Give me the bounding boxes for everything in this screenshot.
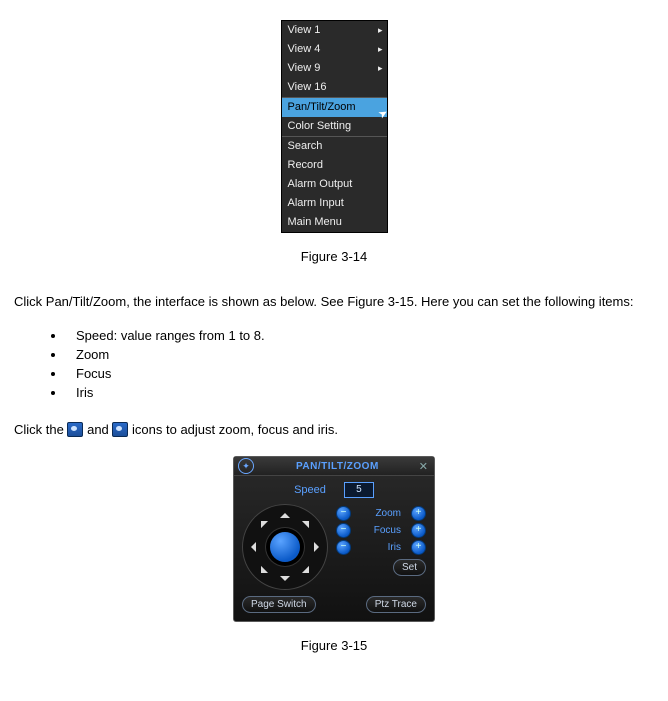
plus-icon [112, 422, 128, 437]
menu-label: View 9 [288, 62, 321, 74]
chevron-right-icon: ▸ [378, 24, 383, 37]
menu-label: Record [288, 159, 323, 171]
speed-label: Speed [294, 484, 326, 496]
menu-item-record[interactable]: Record [282, 156, 387, 175]
menu-label: Main Menu [288, 216, 342, 228]
paragraph-icons: Click the and icons to adjust zoom, focu… [14, 420, 654, 440]
direction-wheel[interactable] [242, 504, 328, 590]
speed-input[interactable]: 5 [344, 482, 374, 498]
menu-item-view1[interactable]: View 1 ▸ [282, 21, 387, 40]
menu-item-main-menu[interactable]: Main Menu [282, 213, 387, 232]
bullet-list: Speed: value ranges from 1 to 8. Zoom Fo… [66, 328, 654, 400]
menu-item-alarm-output[interactable]: Alarm Output [282, 175, 387, 194]
iris-label: Iris [361, 542, 401, 553]
arrow-up-icon[interactable] [280, 508, 290, 518]
arrow-upleft-icon[interactable] [254, 514, 268, 528]
list-item: Speed: value ranges from 1 to 8. [66, 328, 654, 343]
chevron-right-icon: ▸ [378, 62, 383, 75]
ptz-titlebar: ✦ PAN/TILT/ZOOM ✕ [234, 457, 434, 476]
paragraph: Click Pan/Tilt/Zoom, the interface is sh… [14, 292, 654, 312]
zoom-label: Zoom [361, 508, 401, 519]
text: icons to adjust zoom, focus and iris. [132, 422, 338, 437]
arrow-down-icon[interactable] [280, 576, 290, 586]
ptz-trace-button[interactable]: Ptz Trace [366, 596, 426, 613]
text: and [87, 422, 112, 437]
menu-item-search[interactable]: Search [282, 137, 387, 156]
zoom-plus-button[interactable]: + [411, 506, 426, 521]
ptz-panel: ✦ PAN/TILT/ZOOM ✕ Speed 5 [233, 456, 435, 622]
ptz-logo-icon: ✦ [238, 458, 254, 474]
list-item: Focus [66, 366, 654, 381]
zoom-minus-button[interactable]: − [336, 506, 351, 521]
set-button[interactable]: Set [393, 559, 426, 576]
focus-row: − Focus + [336, 523, 426, 538]
menu-item-view9[interactable]: View 9 ▸ [282, 59, 387, 78]
menu-label: Color Setting [288, 120, 352, 132]
menu-item-ptz[interactable]: Pan/Tilt/Zoom ➤ [282, 98, 387, 117]
menu-label: Alarm Input [288, 197, 344, 209]
menu-label: Alarm Output [288, 178, 353, 190]
arrow-downright-icon[interactable] [302, 566, 316, 580]
arrow-right-icon[interactable] [314, 542, 324, 552]
iris-minus-button[interactable]: − [336, 540, 351, 555]
menu-label: Search [288, 140, 323, 152]
ptz-title-text: PAN/TILT/ZOOM [258, 461, 417, 472]
wheel-hub[interactable] [270, 532, 300, 562]
menu-label: View 4 [288, 43, 321, 55]
menu-item-view16[interactable]: View 16 [282, 78, 387, 97]
zoom-row: − Zoom + [336, 506, 426, 521]
arrow-downleft-icon[interactable] [254, 566, 268, 580]
arrow-upright-icon[interactable] [302, 514, 316, 528]
focus-plus-button[interactable]: + [411, 523, 426, 538]
iris-plus-button[interactable]: + [411, 540, 426, 555]
focus-minus-button[interactable]: − [336, 523, 351, 538]
menu-label: View 1 [288, 24, 321, 36]
page-switch-button[interactable]: Page Switch [242, 596, 316, 613]
iris-row: − Iris + [336, 540, 426, 555]
menu-item-alarm-input[interactable]: Alarm Input [282, 194, 387, 213]
close-icon[interactable]: ✕ [417, 460, 430, 473]
figure-caption-314: Figure 3-14 [14, 249, 654, 264]
menu-label: Pan/Tilt/Zoom [288, 101, 356, 113]
speed-row: Speed 5 [242, 482, 426, 498]
list-item: Zoom [66, 347, 654, 362]
minus-icon [67, 422, 83, 437]
menu-label: View 16 [288, 81, 327, 93]
arrow-left-icon[interactable] [246, 542, 256, 552]
context-menu: View 1 ▸ View 4 ▸ View 9 ▸ View 16 Pan/T… [281, 20, 388, 233]
menu-item-view4[interactable]: View 4 ▸ [282, 40, 387, 59]
focus-label: Focus [361, 525, 401, 536]
figure-caption-315: Figure 3-15 [14, 638, 654, 653]
text: Click the [14, 422, 67, 437]
menu-item-color-setting[interactable]: Color Setting [282, 117, 387, 136]
list-item: Iris [66, 385, 654, 400]
chevron-right-icon: ▸ [378, 43, 383, 56]
